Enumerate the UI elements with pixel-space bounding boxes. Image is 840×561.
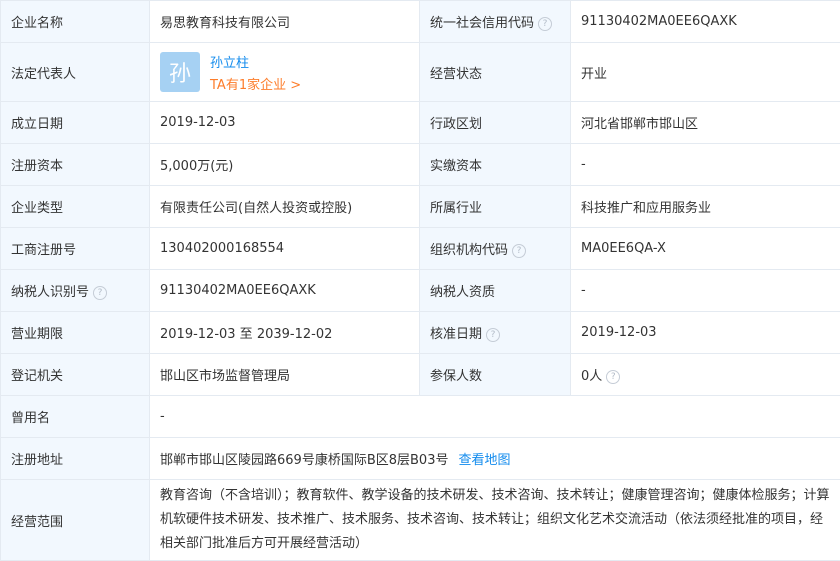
approval-date-value: 2019-12-03 — [571, 312, 840, 354]
taxpayer-qual-value: - — [571, 270, 840, 312]
table-row: 登记机关 邯山区市场监督管理局 参保人数 0人? — [1, 354, 840, 396]
question-circle-icon[interactable]: ? — [93, 286, 107, 300]
taxpayer-id-label: 纳税人识别号 — [11, 285, 89, 300]
table-row: 营业期限 2019-12-03 至 2039-12-02 核准日期? 2019-… — [1, 312, 840, 354]
credit-code-label-cell: 统一社会信用代码? — [420, 1, 571, 43]
question-circle-icon[interactable]: ? — [512, 244, 526, 258]
authority-label: 登记机关 — [1, 354, 150, 396]
term-label: 营业期限 — [1, 312, 150, 354]
table-row: 经营范围 教育咨询（不含培训）；教育软件、教学设备的技术研发、技术咨询、技术转让… — [1, 480, 840, 561]
established-value: 2019-12-03 — [150, 102, 420, 144]
former-name-value: - — [150, 396, 840, 438]
status-value: 开业 — [571, 43, 840, 102]
legal-rep-cell: 孙 孙立柱 TA有1家企业 > — [150, 43, 420, 102]
avatar[interactable]: 孙 — [160, 52, 200, 92]
name-label: 企业名称 — [1, 1, 150, 43]
org-code-label-cell: 组织机构代码? — [420, 228, 571, 270]
insured-label: 参保人数 — [420, 354, 571, 396]
credit-code: 91130402MA0EE6QAXK — [571, 1, 840, 43]
table-row: 曾用名 - — [1, 396, 840, 438]
table-row: 工商注册号 130402000168554 组织机构代码? MA0EE6QA-X — [1, 228, 840, 270]
address-label: 注册地址 — [1, 438, 150, 480]
question-circle-icon[interactable]: ? — [486, 328, 500, 342]
related-companies-link[interactable]: TA有1家企业 > — [210, 74, 301, 93]
table-row: 法定代表人 孙 孙立柱 TA有1家企业 > 经营状态 开业 — [1, 43, 840, 102]
taxpayer-id-value: 91130402MA0EE6QAXK — [150, 270, 420, 312]
reg-no-label: 工商注册号 — [1, 228, 150, 270]
credit-code-label: 统一社会信用代码 — [430, 16, 534, 31]
status-label: 经营状态 — [420, 43, 571, 102]
org-code-value: MA0EE6QA-X — [571, 228, 840, 270]
scope-label: 经营范围 — [1, 480, 150, 561]
term-value: 2019-12-03 至 2039-12-02 — [150, 312, 420, 354]
table-row: 企业类型 有限责任公司(自然人投资或控股) 所属行业 科技推广和应用服务业 — [1, 186, 840, 228]
type-label: 企业类型 — [1, 186, 150, 228]
region-label: 行政区划 — [420, 102, 571, 144]
former-name-label: 曾用名 — [1, 396, 150, 438]
approval-date-label-cell: 核准日期? — [420, 312, 571, 354]
industry-label: 所属行业 — [420, 186, 571, 228]
scope-value: 教育咨询（不含培训）；教育软件、教学设备的技术研发、技术咨询、技术转让；健康管理… — [150, 480, 840, 561]
table-row: 纳税人识别号? 91130402MA0EE6QAXK 纳税人资质 - — [1, 270, 840, 312]
legal-rep-label: 法定代表人 — [1, 43, 150, 102]
question-circle-icon[interactable]: ? — [606, 370, 620, 384]
address-cell: 邯郸市邯山区陵园路669号康桥国际B区8层B03号查看地图 — [150, 438, 840, 480]
question-circle-icon[interactable]: ? — [538, 17, 552, 31]
legal-rep-name-link[interactable]: 孙立柱 — [210, 52, 301, 71]
reg-capital-label: 注册资本 — [1, 144, 150, 186]
taxpayer-qual-label: 纳税人资质 — [420, 270, 571, 312]
table-row: 成立日期 2019-12-03 行政区划 河北省邯郸市邯山区 — [1, 102, 840, 144]
paid-capital-label: 实缴资本 — [420, 144, 571, 186]
taxpayer-id-label-cell: 纳税人识别号? — [1, 270, 150, 312]
company-info-table: 企业名称 易思教育科技有限公司 统一社会信用代码? 91130402MA0EE6… — [0, 0, 840, 561]
type-value: 有限责任公司(自然人投资或控股) — [150, 186, 420, 228]
insured-value: 0人 — [581, 369, 602, 384]
region-value: 河北省邯郸市邯山区 — [571, 102, 840, 144]
table-row: 注册地址 邯郸市邯山区陵园路669号康桥国际B区8层B03号查看地图 — [1, 438, 840, 480]
reg-no-value: 130402000168554 — [150, 228, 420, 270]
view-map-link[interactable]: 查看地图 — [458, 453, 510, 468]
org-code-label: 组织机构代码 — [430, 243, 508, 258]
paid-capital-value: - — [571, 144, 840, 186]
table-row: 注册资本 5,000万(元) 实缴资本 - — [1, 144, 840, 186]
established-label: 成立日期 — [1, 102, 150, 144]
address-value: 邯郸市邯山区陵园路669号康桥国际B区8层B03号 — [160, 453, 448, 468]
approval-date-label: 核准日期 — [430, 327, 482, 342]
company-name: 易思教育科技有限公司 — [150, 1, 420, 43]
insured-cell: 0人? — [571, 354, 840, 396]
table-row: 企业名称 易思教育科技有限公司 统一社会信用代码? 91130402MA0EE6… — [1, 1, 840, 43]
industry-value: 科技推广和应用服务业 — [571, 186, 840, 228]
authority-value: 邯山区市场监督管理局 — [150, 354, 420, 396]
reg-capital-value: 5,000万(元) — [150, 144, 420, 186]
